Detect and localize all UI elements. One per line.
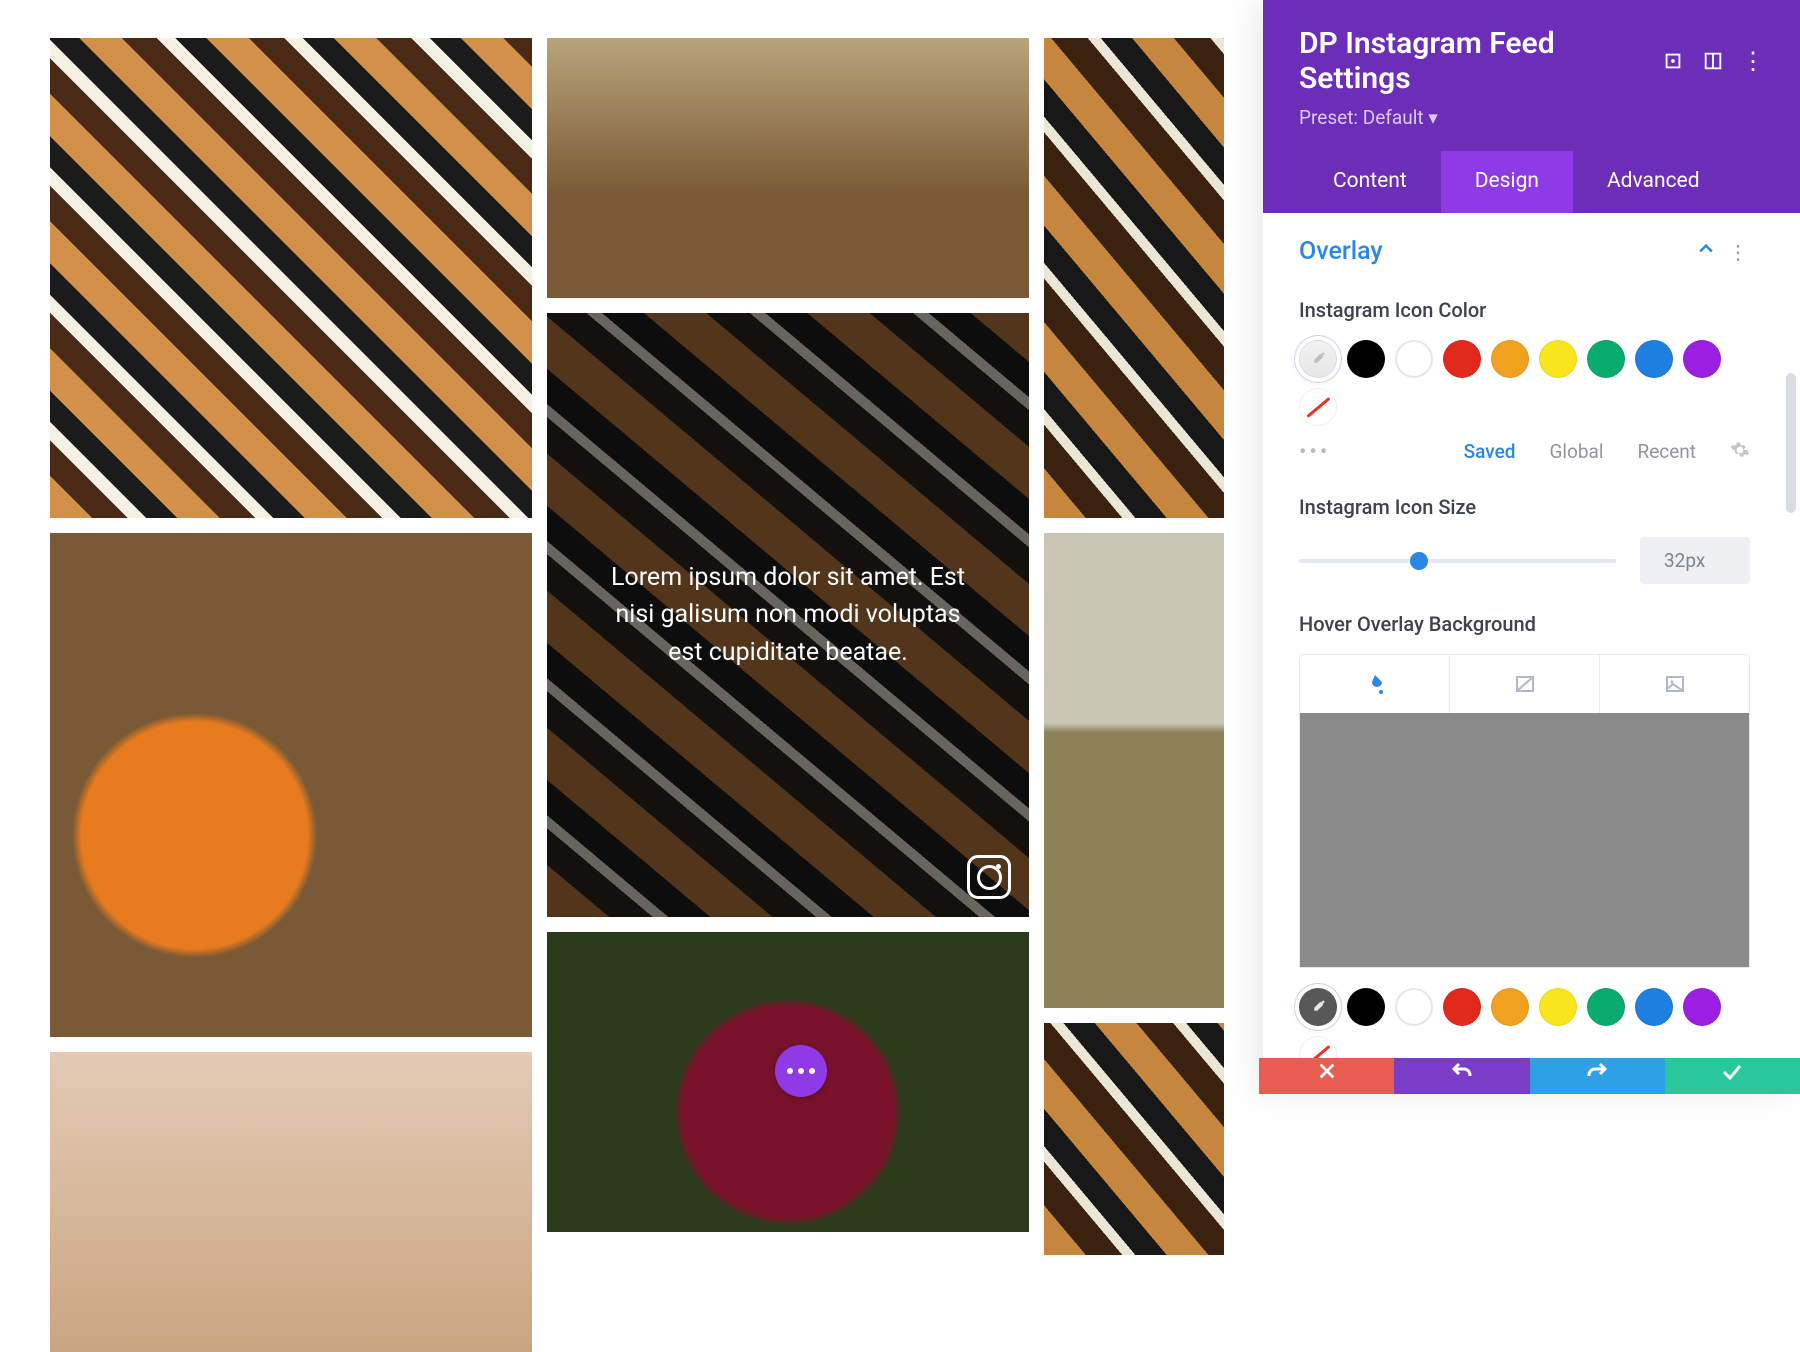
- label-hover-bg: Hover Overlay Background: [1299, 612, 1750, 636]
- tab-advanced[interactable]: Advanced: [1573, 151, 1734, 213]
- swatch-purple[interactable]: [1683, 988, 1721, 1026]
- scrollbar[interactable]: [1786, 373, 1796, 513]
- swatch-red[interactable]: [1443, 340, 1481, 378]
- section-menu-icon[interactable]: ⋮: [1728, 240, 1750, 264]
- section-title: Overlay: [1299, 237, 1383, 266]
- swatch-red[interactable]: [1443, 988, 1481, 1026]
- tab-design[interactable]: Design: [1441, 151, 1573, 213]
- swatch-none[interactable]: [1299, 388, 1337, 426]
- bg-tab-gradient[interactable]: [1450, 655, 1600, 713]
- feed-item[interactable]: [1044, 533, 1224, 1008]
- swatch-blue[interactable]: [1635, 988, 1673, 1026]
- feed-item-hovered[interactable]: Lorem ipsum dolor sit amet. Est nisi gal…: [547, 313, 1029, 917]
- label-icon-color: Instagram Icon Color: [1299, 298, 1750, 322]
- panel-title: DP Instagram Feed Settings: [1299, 26, 1644, 96]
- swatch-eyedropper[interactable]: [1299, 340, 1337, 378]
- label-icon-size: Instagram Icon Size: [1299, 495, 1750, 519]
- bg-color-preview[interactable]: [1299, 713, 1750, 968]
- swatch-purple[interactable]: [1683, 340, 1721, 378]
- section-overlay-header[interactable]: Overlay ⋮: [1299, 235, 1750, 290]
- feed-item[interactable]: [50, 533, 532, 1037]
- cancel-button[interactable]: [1259, 1058, 1394, 1094]
- swatch-blue[interactable]: [1635, 340, 1673, 378]
- panel-header: DP Instagram Feed Settings ⋮ Preset: Def…: [1263, 0, 1800, 213]
- save-button[interactable]: [1665, 1058, 1800, 1094]
- palette-tab-recent[interactable]: Recent: [1637, 440, 1696, 465]
- icon-size-value[interactable]: 32px: [1640, 537, 1750, 584]
- swatch-green[interactable]: [1587, 988, 1625, 1026]
- feed-item[interactable]: [1044, 1023, 1224, 1255]
- swatch-yellow[interactable]: [1539, 988, 1577, 1026]
- panel-action-bar: [1259, 1058, 1800, 1094]
- redo-button[interactable]: [1530, 1058, 1665, 1094]
- swatch-orange[interactable]: [1491, 988, 1529, 1026]
- swatch-white[interactable]: [1395, 988, 1433, 1026]
- swatch-orange[interactable]: [1491, 340, 1529, 378]
- bg-tab-color[interactable]: [1300, 655, 1450, 713]
- palette-tab-saved[interactable]: Saved: [1464, 440, 1516, 465]
- swatch-eyedropper[interactable]: [1299, 988, 1337, 1026]
- slider-thumb[interactable]: [1410, 552, 1428, 570]
- preset-selector[interactable]: Preset: Default ▾: [1299, 106, 1764, 129]
- tab-content[interactable]: Content: [1299, 151, 1441, 213]
- feed-item[interactable]: [547, 38, 1029, 298]
- swatch-green[interactable]: [1587, 340, 1625, 378]
- swatch-white[interactable]: [1395, 340, 1433, 378]
- settings-panel: DP Instagram Feed Settings ⋮ Preset: Def…: [1263, 0, 1800, 1094]
- swatch-black[interactable]: [1347, 988, 1385, 1026]
- instagram-icon: [967, 855, 1011, 899]
- swatch-yellow[interactable]: [1539, 340, 1577, 378]
- bg-tab-image[interactable]: [1600, 655, 1749, 713]
- palette-settings-icon[interactable]: [1730, 440, 1750, 465]
- icon-size-slider[interactable]: [1299, 559, 1616, 563]
- bg-type-tabs: [1299, 654, 1750, 713]
- expand-icon[interactable]: [1662, 50, 1684, 72]
- icon-color-swatches: [1299, 340, 1750, 426]
- panel-body: Overlay ⋮ Instagram Icon Color: [1263, 213, 1800, 1094]
- module-actions-fab[interactable]: [775, 1045, 827, 1097]
- undo-button[interactable]: [1394, 1058, 1529, 1094]
- swatch-black[interactable]: [1347, 340, 1385, 378]
- feed-item[interactable]: [1044, 38, 1224, 518]
- more-swatches-icon[interactable]: •••: [1299, 440, 1330, 465]
- panel-menu-icon[interactable]: ⋮: [1742, 50, 1764, 72]
- chevron-up-icon[interactable]: [1696, 237, 1716, 266]
- feed-overlay-caption: Lorem ipsum dolor sit amet. Est nisi gal…: [547, 313, 1029, 917]
- feed-item[interactable]: [50, 1052, 532, 1352]
- columns-icon[interactable]: [1702, 50, 1724, 72]
- feed-item[interactable]: [50, 38, 532, 518]
- instagram-feed-preview: Lorem ipsum dolor sit amet. Est nisi gal…: [0, 0, 1259, 1094]
- palette-tab-global[interactable]: Global: [1549, 440, 1603, 465]
